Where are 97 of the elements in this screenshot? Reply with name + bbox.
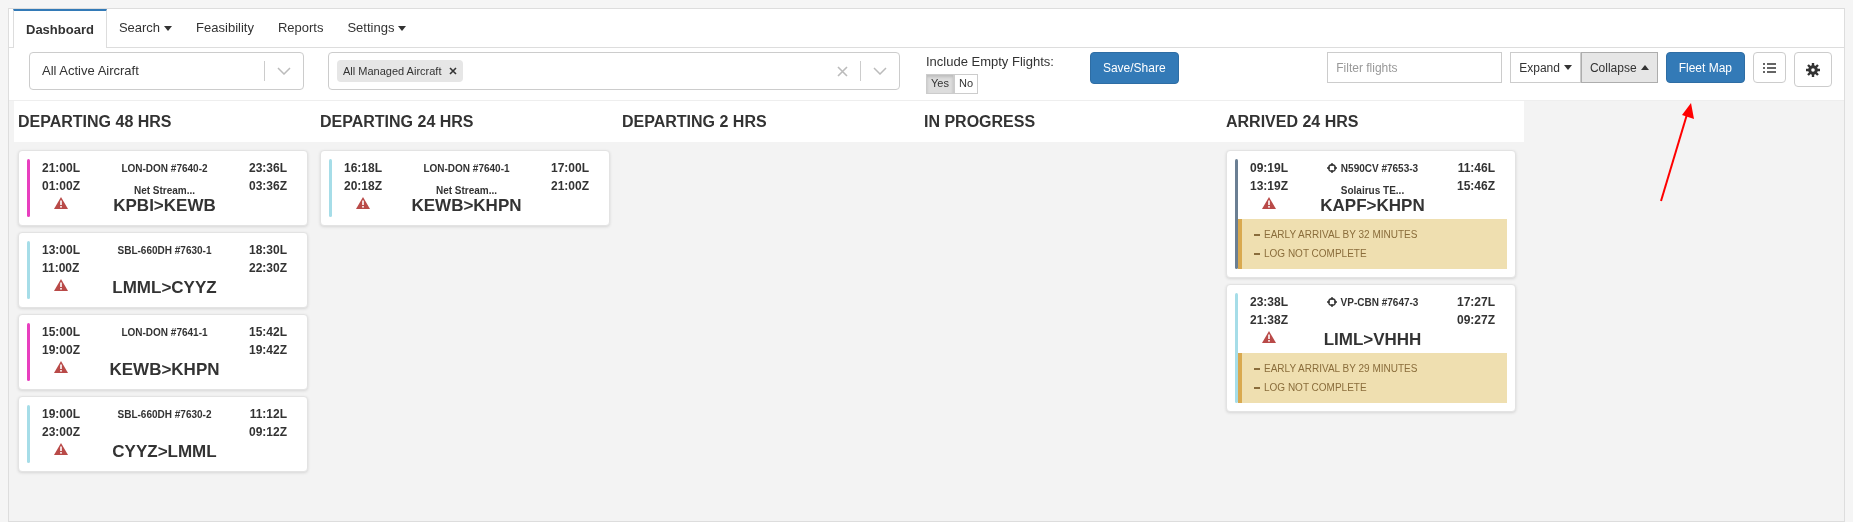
- arrival-local-time: 11:12L: [249, 406, 287, 423]
- flight-card[interactable]: 16:18L 20:18Z LON-DON #7640-1 Net Stream... KEWB>KHPN 17:00L 21:00Z: [320, 150, 610, 226]
- alert-text: LOG NOT COMPLETE: [1264, 381, 1367, 395]
- departure-local-time: 15:00L: [42, 324, 81, 341]
- settings-button[interactable]: [1794, 52, 1832, 87]
- departure-zulu-time: 11:00Z: [42, 260, 80, 277]
- crosshair-icon: [1326, 163, 1337, 173]
- departure-local-time: 19:00L: [42, 406, 81, 423]
- column-heading: DEPARTING 24 HRS: [320, 111, 474, 132]
- flight-card[interactable]: 15:00L 19:00Z LON-DON #7641-1 KEWB>KHPN 15:42L 19:42Z: [18, 314, 308, 390]
- departure-zulu-time: 23:00Z: [42, 424, 81, 441]
- nav-tab[interactable]: Feasibility: [184, 9, 266, 47]
- trip-number: LON-DON #7640-1: [423, 161, 510, 176]
- aircraft-tag: All Managed Aircraft: [337, 59, 464, 83]
- alert-text: LOG NOT COMPLETE: [1264, 247, 1367, 261]
- departure-zulu-time: 21:38Z: [1250, 312, 1289, 329]
- dash-icon: [1254, 386, 1260, 389]
- arrival-local-time: 17:00L: [550, 160, 589, 177]
- toggle-option[interactable]: Yes: [926, 73, 954, 94]
- route: KEWB>KHPN: [109, 359, 220, 381]
- warning-icon: [356, 197, 370, 209]
- remove-icon[interactable]: [449, 67, 458, 75]
- include-empty-label: Include Empty Flights:: [926, 53, 1054, 71]
- flight-card[interactable]: 19:00L 23:00Z SBL-660DH #7630-2 CYYZ>LMML 11:12L 09:12Z: [18, 396, 308, 472]
- list-view-button[interactable]: [1753, 52, 1786, 83]
- warning-icon: [54, 197, 68, 209]
- nav-tab[interactable]: Dashboard: [13, 9, 107, 48]
- expand-collapse-button[interactable]: Collapse: [1580, 52, 1658, 83]
- route: LMML>CYYZ: [112, 277, 217, 299]
- departure-local-time: 09:19L: [1250, 160, 1289, 177]
- nav-tab[interactable]: Reports: [265, 9, 336, 47]
- nav-tab[interactable]: Settings: [335, 9, 419, 47]
- dash-icon: [1254, 367, 1260, 370]
- trip-number: LON-DON #7640-2: [121, 161, 208, 176]
- alert-text: EARLY ARRIVAL BY 32 MINUTES: [1264, 228, 1418, 242]
- trip-number: SBL-660DH #7630-2: [117, 407, 212, 422]
- route: LIML>VHHH: [1323, 329, 1422, 351]
- trip-number: VP-CBN #7647-3: [1340, 295, 1419, 310]
- trip-number: SBL-660DH #7630-1: [117, 243, 212, 258]
- toggle-option[interactable]: No: [953, 73, 978, 94]
- flight-card[interactable]: 09:19L 13:19Z N590CV #7653-3 Solairus TE... KAPF>KHPN 11:46L 15:46Z EARLY ARRIVAL BY 32 MINUTES LOG NOT COMPLETE: [1226, 150, 1516, 278]
- departure-local-time: 16:18L: [344, 160, 383, 177]
- arrival-local-time: 17:27L: [1456, 294, 1495, 311]
- nav-tab[interactable]: Search: [106, 9, 185, 47]
- column-heading: DEPARTING 2 HRS: [622, 111, 767, 132]
- route: KAPF>KHPN: [1320, 195, 1425, 217]
- filter-input[interactable]: Filter flights: [1327, 52, 1503, 83]
- dash-icon: [1254, 233, 1260, 236]
- arrival-zulu-time: 09:27Z: [1456, 312, 1495, 329]
- caret-up-icon: [1640, 65, 1649, 70]
- flight-card[interactable]: 21:00L 01:00Z LON-DON #7640-2 Net Stream... KPBI>KEWB 23:36L 03:36Z: [18, 150, 308, 226]
- trip-number: LON-DON #7641-1: [121, 325, 208, 340]
- trip-number: N590CV #7653-3: [1340, 161, 1419, 176]
- expand-collapse-button[interactable]: Expand: [1510, 52, 1581, 83]
- route: CYYZ>LMML: [112, 441, 217, 463]
- departure-zulu-time: 19:00Z: [42, 342, 81, 359]
- save-share-button[interactable]: Save/Share: [1089, 52, 1179, 84]
- departure-local-time: 13:00L: [42, 242, 81, 259]
- departure-zulu-time: 01:00Z: [42, 178, 81, 195]
- warning-icon: [1262, 197, 1276, 209]
- arrival-zulu-time: 21:00Z: [550, 178, 589, 195]
- column-heading: IN PROGRESS: [924, 111, 1036, 132]
- departure-zulu-time: 20:18Z: [344, 178, 383, 195]
- dash-icon: [1254, 252, 1260, 255]
- aircraft-select[interactable]: All Active Aircraft: [29, 52, 304, 90]
- arrival-zulu-time: 09:12Z: [248, 424, 287, 441]
- fleet-map-button[interactable]: Fleet Map: [1665, 52, 1745, 83]
- flight-card[interactable]: 13:00L 11:00Z SBL-660DH #7630-1 LMML>CYYZ 18:30L 22:30Z: [18, 232, 308, 308]
- crosshair-icon: [1326, 297, 1337, 307]
- warning-icon: [1262, 331, 1276, 343]
- arrival-local-time: 18:30L: [248, 242, 287, 259]
- arrival-zulu-time: 22:30Z: [248, 260, 287, 277]
- alert-text: EARLY ARRIVAL BY 29 MINUTES: [1264, 362, 1418, 376]
- client-name: Solairus TE...: [1340, 185, 1405, 196]
- settings-icon: [1806, 62, 1820, 77]
- arrival-local-time: 23:36L: [248, 160, 287, 177]
- column-heading: ARRIVED 24 HRS: [1226, 111, 1359, 132]
- client-name: Net Stream...: [133, 185, 196, 196]
- departure-local-time: 21:00L: [42, 160, 81, 177]
- arrival-local-time: 15:42L: [248, 324, 287, 341]
- arrival-zulu-time: 15:46Z: [1456, 178, 1495, 195]
- departure-local-time: 23:38L: [1250, 294, 1289, 311]
- warning-icon: [54, 361, 68, 373]
- list-icon: [1763, 62, 1776, 73]
- warning-icon: [54, 279, 68, 291]
- route: KPBI>KEWB: [113, 195, 216, 217]
- arrival-zulu-time: 19:42Z: [248, 342, 287, 359]
- caret-down-icon: [1563, 65, 1572, 70]
- flight-card[interactable]: 23:38L 21:38Z VP-CBN #7647-3 LIML>VHHH 17:27L 09:27Z EARLY ARRIVAL BY 29 MINUTES LOG NOT COMPLETE: [1226, 284, 1516, 412]
- column-heading: DEPARTING 48 HRS: [18, 111, 172, 132]
- warning-icon: [54, 443, 68, 455]
- managed-aircraft-select[interactable]: All Managed Aircraft: [328, 52, 900, 90]
- arrival-zulu-time: 03:36Z: [248, 178, 287, 195]
- route: KEWB>KHPN: [411, 195, 522, 217]
- arrival-local-time: 11:46L: [1457, 160, 1495, 177]
- departure-zulu-time: 13:19Z: [1250, 178, 1289, 195]
- client-name: Net Stream...: [435, 185, 498, 196]
